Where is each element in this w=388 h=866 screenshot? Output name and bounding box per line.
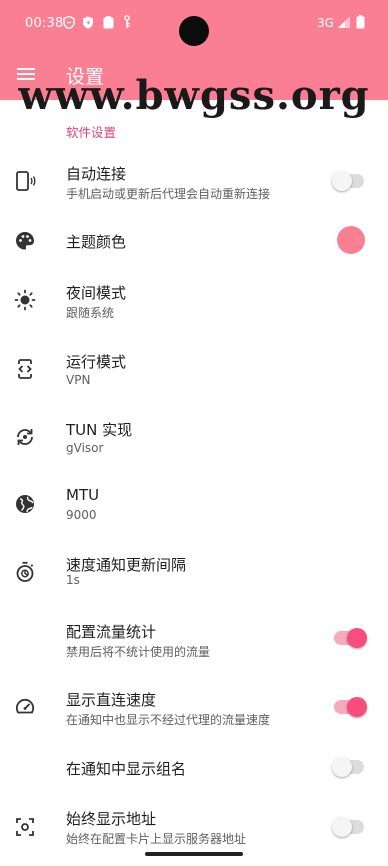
setting-run-mode[interactable]: 运行模式 VPN	[0, 350, 388, 392]
show-address-switch[interactable]	[332, 817, 364, 837]
setting-title: 在通知中显示组名	[66, 760, 187, 778]
setting-show-address[interactable]: 始终显示地址 始终在配置卡片上显示服务器地址	[0, 807, 388, 849]
setting-subtitle: 手机启动或更新后代理会自动重新连接	[66, 187, 271, 201]
setting-title: 夜间模式	[66, 284, 127, 302]
security-icon	[81, 15, 95, 29]
setting-subtitle: 跟随系统	[66, 306, 115, 320]
setting-subtitle: 在通知中也显示不经过代理的流量速度	[66, 713, 271, 727]
setting-title: 显示直连速度	[66, 691, 157, 709]
setting-title: TUN 实现	[66, 421, 133, 439]
status-time: 00:38	[25, 16, 64, 31]
speedometer-icon	[14, 696, 36, 718]
vpn-key-icon	[120, 15, 134, 29]
globe-icon	[14, 493, 36, 515]
theme-color-swatch[interactable]	[337, 226, 365, 254]
signal-icon	[337, 15, 351, 29]
setting-title: 配置流量统计	[66, 623, 157, 641]
setting-mtu[interactable]: MTU 9000	[0, 485, 388, 527]
clipboard-icon	[101, 15, 115, 29]
switch-knob	[347, 628, 367, 648]
profile-traffic-switch[interactable]	[334, 628, 367, 648]
code-phone-icon	[14, 358, 36, 380]
setting-title: 速度通知更新间隔	[66, 556, 187, 574]
setting-speed-interval[interactable]: 速度通知更新间隔 1s	[0, 553, 388, 595]
switch-knob	[332, 757, 352, 777]
setting-title: 自动连接	[66, 165, 127, 183]
shield-icon	[62, 15, 76, 29]
watermark-text: www.bwgss.org	[18, 72, 370, 119]
setting-title: 始终显示地址	[66, 810, 157, 828]
setting-theme-color[interactable]: 主题颜色	[0, 224, 388, 258]
phone-vibrate-icon	[14, 170, 36, 192]
brightness-icon	[14, 289, 36, 311]
section-title: 软件设置	[66, 125, 117, 140]
switch-knob	[332, 817, 352, 837]
setting-title: 运行模式	[66, 353, 127, 371]
setting-subtitle: VPN	[66, 373, 91, 387]
timer-icon	[14, 561, 36, 583]
direct-speed-switch[interactable]	[334, 697, 367, 717]
setting-title: 主题颜色	[66, 233, 127, 251]
battery-icon	[353, 15, 367, 29]
front-camera	[179, 16, 209, 46]
setting-subtitle: 9000	[66, 508, 97, 522]
setting-tun-impl[interactable]: TUN 实现 gVisor	[0, 418, 388, 460]
setting-title: MTU	[66, 486, 100, 504]
scan-address-icon	[14, 816, 36, 838]
setting-auto-connect[interactable]: 自动连接 手机启动或更新后代理会自动重新连接	[0, 160, 388, 210]
group-name-switch[interactable]	[332, 757, 364, 777]
setting-subtitle: 始终在配置卡片上显示服务器地址	[66, 832, 247, 846]
status-bar: 00:38 3G	[0, 0, 388, 46]
setting-night-mode[interactable]: 夜间模式 跟随系统	[0, 281, 388, 323]
setting-group-name[interactable]: 在通知中显示组名	[0, 755, 388, 781]
setting-subtitle: 禁用后将不统计使用的流量	[66, 645, 211, 659]
setting-direct-speed[interactable]: 显示直连速度 在通知中也显示不经过代理的流量速度	[0, 688, 388, 730]
gesture-nav-handle[interactable]	[145, 852, 243, 856]
switch-knob	[347, 697, 367, 717]
setting-subtitle: gVisor	[66, 441, 104, 455]
setting-profile-traffic[interactable]: 配置流量统计 禁用后将不统计使用的流量	[0, 620, 388, 662]
setting-subtitle: 1s	[66, 573, 80, 587]
sync-icon	[14, 426, 36, 448]
auto-connect-switch[interactable]	[332, 171, 364, 191]
switch-knob	[332, 171, 352, 191]
palette-icon	[14, 230, 36, 252]
network-type: 3G	[317, 16, 334, 30]
